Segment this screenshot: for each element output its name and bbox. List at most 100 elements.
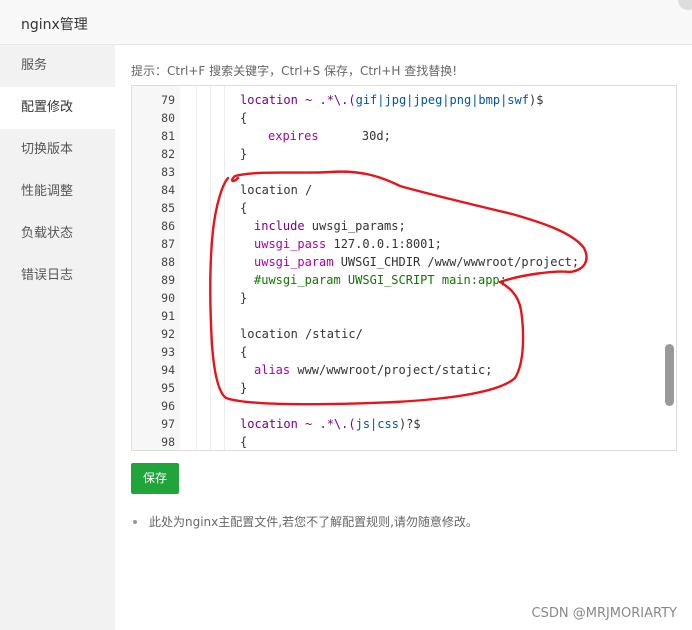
sidebar: 服务 配置修改 切换版本 性能调整 负载状态 错误日志 <box>0 45 115 630</box>
code-line[interactable]: 82} <box>132 145 664 163</box>
code-token: )?$ <box>398 417 421 431</box>
code-text: include uwsgi_params; <box>254 217 406 235</box>
line-number: 90 <box>161 291 175 305</box>
line-number: 88 <box>161 255 175 269</box>
code-token: www/wwwroot/project/static; <box>290 363 493 377</box>
line-number: 86 <box>161 219 175 233</box>
line-number: 81 <box>161 129 175 143</box>
code-token: { <box>240 345 248 359</box>
code-token: )$ <box>528 93 544 107</box>
code-text: location / <box>240 181 312 199</box>
code-line[interactable]: 98 { <box>132 433 664 450</box>
code-token: location / <box>240 183 313 197</box>
code-text: } <box>240 379 247 397</box>
editor-scrollbar[interactable] <box>665 344 674 406</box>
code-line[interactable]: 97 location ~ .*\.(js|css)?$ <box>132 415 664 433</box>
line-number: 80 <box>161 111 175 125</box>
code-line[interactable]: 84 location / <box>132 181 664 199</box>
sidebar-item-error-log[interactable]: 错误日志 <box>0 255 115 297</box>
line-number: 89 <box>161 273 175 287</box>
code-token: { <box>240 111 248 125</box>
line-number: 93 <box>161 345 175 359</box>
config-warning-text: 此处为nginx主配置文件,若您不了解配置规则,请勿随意修改。 <box>149 515 478 529</box>
code-line[interactable]: 79 location ~ .*\.(gif|jpg|jpeg|png|bmp|s… <box>132 91 664 109</box>
code-editor[interactable]: 79 location ~ .*\.(gif|jpg|jpeg|png|bmp|s… <box>131 85 677 451</box>
code-text: { <box>240 109 247 127</box>
code-line[interactable]: 93 { <box>132 343 664 361</box>
code-token: alias <box>254 363 291 377</box>
code-token: uwsgi_pass <box>254 237 327 251</box>
code-text: uwsgi_pass 127.0.0.1:8001; <box>254 235 442 253</box>
window-titlebar: nginx管理 <box>0 0 692 45</box>
code-token: { <box>240 201 248 215</box>
code-line[interactable]: 88 uwsgi_param UWSGI_CHDIR /www/wwwroot/p… <box>132 253 664 271</box>
watermark: CSDN @MRJMORIARTY <box>531 606 677 621</box>
code-line[interactable]: 80 { <box>132 109 664 127</box>
code-text: expires 30d; <box>268 127 391 145</box>
code-token: location ~ .*\.( <box>240 93 356 107</box>
code-line[interactable]: 91 <box>132 307 664 325</box>
sidebar-item-switch-version[interactable]: 切换版本 <box>0 129 115 171</box>
code-token: include <box>254 219 305 233</box>
shortcut-hint: 提示：Ctrl+F 搜索关键字，Ctrl+S 保存，Ctrl+H 查找替换! <box>131 64 458 78</box>
line-number: 94 <box>161 363 175 377</box>
line-number: 91 <box>161 309 175 323</box>
code-line[interactable]: 96 <box>132 397 664 415</box>
code-token: { <box>240 435 248 449</box>
code-text: } <box>240 145 247 163</box>
code-text: location ~ .*\.(js|css)?$ <box>240 415 421 433</box>
line-number: 87 <box>161 237 175 251</box>
code-text: uwsgi_param UWSGI_CHDIR /www/wwwroot/pro… <box>254 253 579 271</box>
sidebar-item-load-status[interactable]: 负载状态 <box>0 213 115 255</box>
code-line[interactable]: 83 <box>132 163 664 181</box>
code-text: } <box>240 289 247 307</box>
main-panel: 提示：Ctrl+F 搜索关键字，Ctrl+S 保存，Ctrl+H 查找替换! 7… <box>115 45 692 630</box>
code-line[interactable]: 85 { <box>132 199 664 217</box>
code-line[interactable]: 95} <box>132 379 664 397</box>
code-text: { <box>240 433 248 450</box>
code-token: uwsgi_params; <box>304 219 406 233</box>
code-text: alias www/wwwroot/project/static; <box>254 361 492 379</box>
code-token: location ~ .*\.( <box>240 417 356 431</box>
code-line[interactable]: 92 location /static/ <box>132 325 664 343</box>
sidebar-item-config[interactable]: 配置修改 <box>0 87 115 129</box>
code-line[interactable]: 90} <box>132 289 664 307</box>
code-token: #uwsgi_param UWSGI_SCRIPT main:app; <box>254 273 507 287</box>
code-line[interactable]: 81 expires 30d; <box>132 127 664 145</box>
line-number: 82 <box>161 147 175 161</box>
line-number: 92 <box>161 327 175 341</box>
code-token: } <box>240 381 248 395</box>
line-number: 98 <box>161 435 175 449</box>
code-text: { <box>240 199 247 217</box>
save-button[interactable]: 保存 <box>131 463 179 494</box>
code-line[interactable]: 87 uwsgi_pass 127.0.0.1:8001; <box>132 235 664 253</box>
sidebar-item-service[interactable]: 服务 <box>0 45 115 87</box>
window-title: nginx管理 <box>21 17 88 33</box>
line-number: 85 <box>161 201 175 215</box>
code-token: 127.0.0.1:8001; <box>326 237 442 251</box>
config-warning-note: 此处为nginx主配置文件,若您不了解配置规则,请勿随意修改。 <box>131 513 478 530</box>
code-token: uwsgi_param <box>254 255 334 269</box>
bullet-icon <box>133 519 137 524</box>
code-token: 30d; <box>318 129 391 143</box>
code-token: expires <box>268 129 319 143</box>
line-number: 97 <box>161 417 175 431</box>
line-number: 96 <box>161 399 175 413</box>
line-number: 95 <box>161 381 175 395</box>
code-token: location /static/ <box>240 327 363 341</box>
code-token: UWSGI_CHDIR /www/wwwroot/project; <box>333 255 580 269</box>
code-text: location /static/ <box>240 325 363 343</box>
sidebar-item-performance[interactable]: 性能调整 <box>0 171 115 213</box>
code-text: { <box>240 343 247 361</box>
close-icon[interactable] <box>678 0 692 10</box>
code-line[interactable]: 86 include uwsgi_params; <box>132 217 664 235</box>
code-token: gif|jpg|jpeg|png|bmp|swf <box>355 93 529 107</box>
code-text: #uwsgi_param UWSGI_SCRIPT main:app; <box>254 271 507 289</box>
code-line[interactable]: 89 #uwsgi_param UWSGI_SCRIPT main:app; <box>132 271 664 289</box>
line-number: 84 <box>161 183 175 197</box>
line-number: 83 <box>161 165 175 179</box>
code-text: location ~ .*\.(gif|jpg|jpeg|png|bmp|swf… <box>240 91 543 109</box>
code-token: } <box>240 147 248 161</box>
code-token: js|css <box>355 417 399 431</box>
code-line[interactable]: 94 alias www/wwwroot/project/static; <box>132 361 664 379</box>
